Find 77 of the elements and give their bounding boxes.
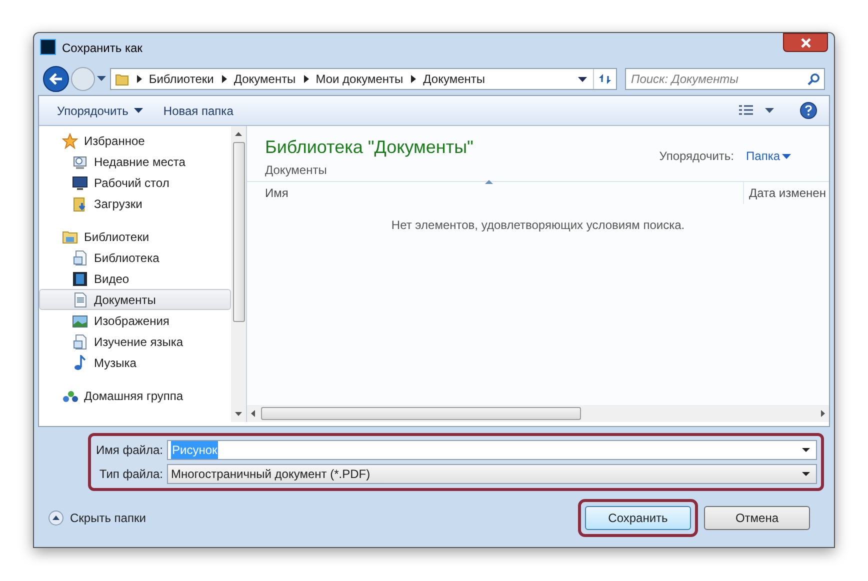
download-folder-icon bbox=[72, 196, 88, 212]
arrange-dropdown[interactable]: Папка bbox=[746, 147, 791, 165]
field-label: Тип файла: bbox=[98, 466, 163, 483]
close-icon bbox=[800, 38, 812, 48]
music-note-icon bbox=[72, 354, 88, 370]
document-library-icon bbox=[72, 250, 88, 266]
sidebar-item[interactable]: Библиотека bbox=[39, 247, 231, 268]
star-icon bbox=[62, 132, 78, 148]
view-options-button[interactable] bbox=[739, 104, 774, 116]
file-type-dropdown[interactable]: Многостраничный документ (*.PDF) bbox=[167, 464, 817, 484]
dropdown-caret-icon[interactable] bbox=[802, 448, 810, 452]
column-header[interactable]: Имя bbox=[247, 182, 743, 204]
window-title: Сохранить как bbox=[62, 40, 142, 57]
chevron-icon[interactable] bbox=[304, 75, 309, 83]
chevron-icon[interactable] bbox=[411, 75, 416, 83]
search-icon[interactable] bbox=[807, 73, 820, 86]
library-title: Библиотека "Документы" bbox=[265, 136, 474, 159]
monitor-icon bbox=[72, 174, 88, 190]
field-label: Имя файла: bbox=[95, 442, 163, 459]
scroll-down-arrow-icon[interactable] bbox=[235, 412, 242, 416]
sort-arrow-icon bbox=[485, 180, 493, 184]
text-document-icon bbox=[72, 292, 88, 308]
search-field[interactable]: Поиск: Документы bbox=[625, 68, 826, 90]
save-button[interactable]: Сохранить bbox=[585, 506, 691, 530]
history-caret-icon[interactable] bbox=[96, 76, 106, 82]
dropdown-caret-icon[interactable] bbox=[802, 472, 810, 476]
breadcrumb-item[interactable]: Документы bbox=[423, 70, 485, 88]
breadcrumb-item[interactable]: Мои документы bbox=[316, 70, 404, 88]
scroll-thumb[interactable] bbox=[232, 142, 244, 322]
caret-icon bbox=[134, 108, 144, 113]
clock-window-icon bbox=[72, 154, 88, 170]
sidebar-item[interactable]: Изображения bbox=[39, 310, 231, 331]
sidebar-item[interactable]: Избранное bbox=[39, 130, 231, 151]
back-arrow-icon bbox=[48, 73, 63, 85]
scroll-up-arrow-icon[interactable] bbox=[235, 132, 242, 136]
caret-icon bbox=[782, 154, 791, 158]
sidebar-item[interactable]: Изучение языка bbox=[39, 331, 231, 352]
question-mark-icon bbox=[805, 105, 812, 116]
sidebar-item[interactable]: Документы bbox=[39, 289, 231, 310]
close-button[interactable] bbox=[783, 33, 828, 52]
scroll-right-arrow-icon[interactable] bbox=[821, 410, 825, 417]
toolbar-button[interactable]: Новая папка bbox=[157, 100, 240, 122]
list-view-icon bbox=[739, 104, 753, 116]
arrange-label: Упорядочить: bbox=[659, 148, 734, 165]
help-button[interactable] bbox=[800, 102, 817, 119]
chevron-icon[interactable] bbox=[136, 75, 142, 83]
chevron-icon[interactable] bbox=[222, 75, 227, 83]
folder-icon bbox=[114, 72, 129, 86]
breadcrumb-item[interactable]: Библиотеки bbox=[148, 70, 214, 88]
sidebar-item[interactable]: Рабочий стол bbox=[39, 172, 231, 193]
library-folder-icon bbox=[62, 228, 78, 244]
hide-folders-button[interactable]: Скрыть папки bbox=[48, 509, 146, 527]
sidebar-item[interactable]: Музыка bbox=[39, 352, 231, 373]
horizontal-scrollbar[interactable] bbox=[247, 405, 829, 422]
landscape-image-icon bbox=[72, 312, 88, 328]
library-subtitle: Документы bbox=[265, 162, 328, 179]
document-library-icon bbox=[72, 334, 88, 350]
film-icon bbox=[72, 270, 88, 286]
sidebar-item[interactable]: Загрузки bbox=[39, 193, 231, 214]
cancel-button[interactable]: Отмена bbox=[704, 506, 810, 530]
sidebar-item[interactable]: Недавние места bbox=[39, 151, 231, 172]
toolbar-button[interactable]: Упорядочить bbox=[51, 100, 150, 122]
app-logo-icon bbox=[40, 39, 56, 55]
address-bar[interactable]: Библиотеки Документы Мои документы Документы bbox=[110, 68, 618, 90]
scroll-thumb[interactable] bbox=[261, 407, 581, 420]
vertical-scrollbar[interactable] bbox=[231, 126, 246, 422]
empty-message: Нет элементов, удовлетворяющих условиям поиска. bbox=[391, 217, 685, 234]
sidebar-item[interactable]: Библиотеки bbox=[39, 226, 231, 247]
sidebar-item[interactable]: Видео bbox=[39, 268, 231, 289]
breadcrumb-item[interactable]: Документы bbox=[234, 70, 296, 88]
back-button[interactable] bbox=[43, 66, 69, 92]
scroll-left-arrow-icon[interactable] bbox=[251, 410, 255, 417]
refresh-arrows-icon bbox=[598, 73, 612, 85]
caret-icon bbox=[765, 108, 774, 113]
sidebar-item[interactable]: Домашняя группа bbox=[39, 385, 231, 406]
column-header[interactable]: Дата изменен bbox=[743, 182, 829, 204]
dropdown-caret-icon[interactable] bbox=[578, 76, 588, 82]
